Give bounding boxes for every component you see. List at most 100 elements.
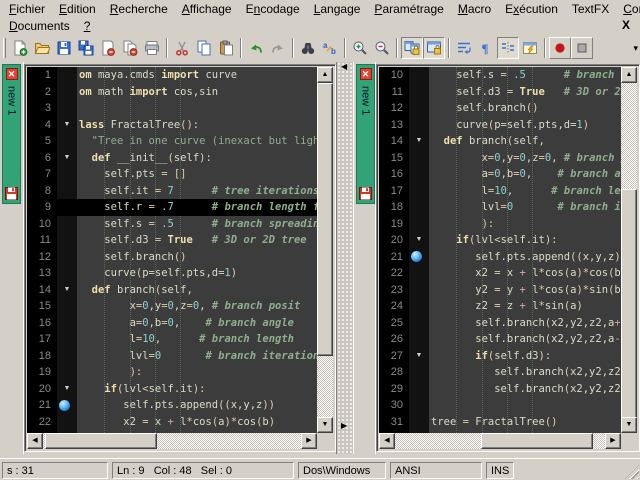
- menu-affichage[interactable]: Affichage: [175, 1, 239, 17]
- code-line[interactable]: 15 x=0,y=0,z=0, # branch posit: [379, 150, 621, 167]
- code-text[interactable]: tree = FractalTree(): [429, 414, 621, 431]
- line-number[interactable]: 11: [379, 84, 409, 101]
- code-text[interactable]: self.pts.append((x,y,z)): [77, 397, 317, 414]
- code-line[interactable]: 26 self.branch(x2,y2,z2,a-s: [379, 331, 621, 348]
- document-close-x[interactable]: X: [622, 18, 630, 32]
- code-text[interactable]: def branch(self,: [77, 282, 317, 299]
- code-text[interactable]: def branch(self,: [429, 133, 621, 150]
- code-text[interactable]: self.d3 = True # 3D or 2D tree: [429, 84, 621, 101]
- code-text[interactable]: self.it = 7 # tree iterations: [77, 183, 317, 200]
- code-line[interactable]: 27▼ if(self.d3):: [379, 348, 621, 365]
- menu--[interactable]: ?: [77, 18, 98, 34]
- code-line[interactable]: 21 self.pts.append((x,y,z)): [27, 397, 317, 414]
- fold-marker-icon[interactable]: ▼: [409, 232, 429, 249]
- line-number[interactable]: 14: [379, 133, 409, 150]
- code-text[interactable]: curve(p=self.pts,d=1): [77, 265, 317, 282]
- code-text[interactable]: ):: [429, 216, 621, 233]
- scrollbar-thumb[interactable]: [45, 433, 157, 449]
- code-line[interactable]: 14▼ def branch(self,: [379, 133, 621, 150]
- code-text[interactable]: self.branch(): [429, 100, 621, 117]
- vertical-scrollbar-right[interactable]: ▲ ▼: [621, 67, 637, 433]
- line-number[interactable]: 12: [27, 249, 57, 266]
- code-line[interactable]: 10 self.s = .5 # branch spreading: [379, 67, 621, 84]
- code-text[interactable]: [77, 100, 317, 117]
- code-line[interactable]: 14▼ def branch(self,: [27, 282, 317, 299]
- code-line[interactable]: 22 x2 = x + l*cos(a)*cos(b): [27, 414, 317, 431]
- scrollbar-thumb[interactable]: [317, 83, 333, 356]
- code-text[interactable]: def __init__(self):: [77, 150, 317, 167]
- vertical-scrollbar-left[interactable]: ▲ ▼: [317, 67, 333, 433]
- scroll-right-button[interactable]: ▶: [301, 433, 317, 449]
- copy-button[interactable]: [193, 37, 215, 59]
- code-line[interactable]: 22 x2 = x + l*cos(a)*cos(b): [379, 265, 621, 282]
- status-encoding[interactable]: ANSI: [390, 462, 482, 479]
- line-number[interactable]: 18: [379, 199, 409, 216]
- line-number[interactable]: 16: [379, 166, 409, 183]
- code-text[interactable]: l=10, # branch length: [429, 183, 621, 200]
- code-text[interactable]: ):: [77, 364, 317, 381]
- code-line[interactable]: 17 l=10, # branch length: [379, 183, 621, 200]
- code-text[interactable]: l=10, # branch length: [77, 331, 317, 348]
- user-defined-dialog-button[interactable]: [519, 37, 541, 59]
- code-line[interactable]: 30: [379, 397, 621, 414]
- code-text[interactable]: lvl=0 # branch iteration: [77, 348, 317, 365]
- code-line[interactable]: 11 self.d3 = True # 3D or 2D tree: [27, 232, 317, 249]
- horizontal-scrollbar-right[interactable]: ◀ ▶: [379, 433, 621, 449]
- code-line[interactable]: 20▼ if(lvl<self.it):: [27, 381, 317, 398]
- code-text[interactable]: [429, 397, 621, 414]
- line-number[interactable]: 30: [379, 397, 409, 414]
- redo-button[interactable]: [267, 37, 289, 59]
- indent-guide-button[interactable]: [497, 37, 519, 59]
- code-line[interactable]: 1om maya.cmds import curve: [27, 67, 317, 84]
- tab-label[interactable]: new 1: [6, 86, 18, 187]
- save-file-button[interactable]: [53, 37, 75, 59]
- code-line[interactable]: 23 y2 = y + l*cos(a)*sin(b): [379, 282, 621, 299]
- scroll-left-button[interactable]: ◀: [379, 433, 395, 449]
- code-line[interactable]: 15 x=0,y=0,z=0, # branch posit: [27, 298, 317, 315]
- code-text[interactable]: self.branch(): [77, 249, 317, 266]
- code-text[interactable]: x=0,y=0,z=0, # branch posit: [77, 298, 317, 315]
- code-text[interactable]: x2 = x + l*cos(a)*cos(b): [429, 265, 621, 282]
- line-number[interactable]: 19: [27, 364, 57, 381]
- code-line[interactable]: 9 self.r = .7 # branch length fac: [27, 199, 317, 216]
- line-number[interactable]: 13: [379, 117, 409, 134]
- fold-marker-icon[interactable]: ▼: [57, 150, 77, 167]
- menu-ex-cution[interactable]: Exécution: [498, 1, 565, 17]
- code-line[interactable]: 12 self.branch(): [27, 249, 317, 266]
- undo-button[interactable]: [245, 37, 267, 59]
- scrollbar-thumb[interactable]: [621, 189, 637, 419]
- cut-button[interactable]: [171, 37, 193, 59]
- code-text[interactable]: "Tree in one curve (inexact but light)": [77, 133, 317, 150]
- line-number[interactable]: 22: [27, 414, 57, 431]
- line-number[interactable]: 5: [27, 133, 57, 150]
- code-text[interactable]: self.r = .7 # branch length fac: [77, 199, 317, 216]
- scroll-right-button[interactable]: ▶: [605, 433, 621, 449]
- scroll-down-button[interactable]: ▼: [621, 417, 637, 433]
- menu-edition[interactable]: Edition: [52, 1, 103, 17]
- line-number[interactable]: 25: [379, 315, 409, 332]
- toolbar-grip[interactable]: [3, 38, 6, 58]
- code-line[interactable]: 11 self.d3 = True # 3D or 2D tree: [379, 84, 621, 101]
- code-text[interactable]: y2 = y + l*cos(a)*sin(b): [77, 430, 317, 433]
- splitter-collapse-left-icon[interactable]: ◀: [341, 62, 347, 71]
- code-line[interactable]: 17 l=10, # branch length: [27, 331, 317, 348]
- code-line[interactable]: 20▼ if(lvl<self.it):: [379, 232, 621, 249]
- code-line[interactable]: 8 self.it = 7 # tree iterations: [27, 183, 317, 200]
- sync-horizontal-scroll-button[interactable]: [423, 37, 445, 59]
- code-text[interactable]: self.branch(x2,y2,z2,a-s: [429, 331, 621, 348]
- line-number[interactable]: 29: [379, 381, 409, 398]
- line-number[interactable]: 13: [27, 265, 57, 282]
- code-line[interactable]: 13 curve(p=self.pts,d=1): [379, 117, 621, 134]
- code-text[interactable]: om math import cos,sin: [77, 84, 317, 101]
- toolbar-overflow-chevron[interactable]: ▾: [633, 43, 638, 54]
- code-text[interactable]: if(self.d3):: [429, 348, 621, 365]
- code-line[interactable]: 16 a=0,b=0, # branch angle: [379, 166, 621, 183]
- tab-label[interactable]: new 1: [360, 86, 372, 187]
- show-all-characters-button[interactable]: ¶: [475, 37, 497, 59]
- line-number[interactable]: 4: [27, 117, 57, 134]
- menu-recherche[interactable]: Recherche: [103, 1, 175, 17]
- line-number[interactable]: 2: [27, 84, 57, 101]
- code-line[interactable]: 31tree = FractalTree(): [379, 414, 621, 431]
- code-text[interactable]: a=0,b=0, # branch angle: [429, 166, 621, 183]
- code-text[interactable]: lvl=0 # branch iteration: [429, 199, 621, 216]
